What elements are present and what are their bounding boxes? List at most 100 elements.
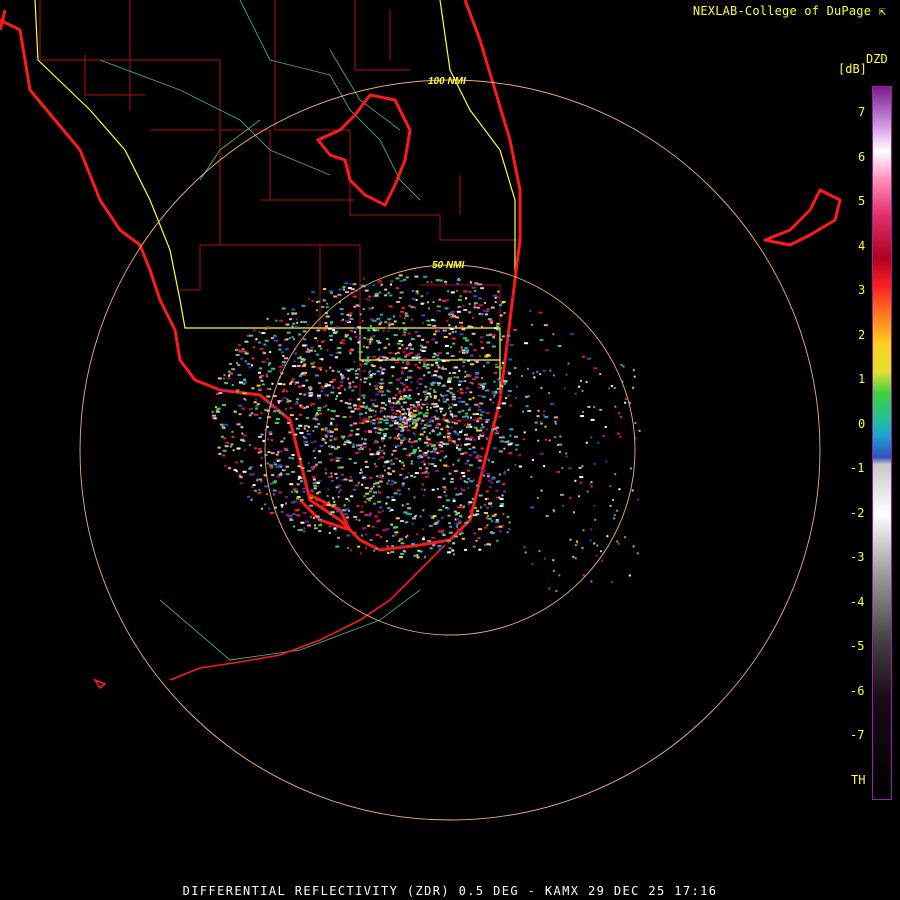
echo-pixel (340, 384, 343, 387)
echo-pixel (424, 412, 429, 415)
echo-pixel (399, 545, 403, 548)
echo-pixel (397, 433, 400, 436)
echo-pixel (357, 398, 361, 401)
echo-pixel (358, 444, 363, 447)
echo-pixel (459, 492, 463, 495)
echo-pixel (451, 549, 455, 552)
echo-pixel (445, 455, 448, 458)
echo-pixel (423, 374, 426, 377)
echo-pixel (469, 381, 473, 384)
echo-pixel (468, 464, 473, 467)
echo-pixel (416, 292, 419, 295)
echo-pixel (453, 415, 457, 418)
echo-pixel (404, 314, 409, 317)
echo-pixel (548, 392, 551, 395)
echo-pixel (313, 527, 318, 530)
echo-pixel (438, 444, 442, 446)
echo-pixel (237, 364, 241, 367)
echo-pixel (622, 365, 625, 368)
echo-pixel (371, 372, 376, 375)
echo-pixel (447, 437, 452, 440)
echo-pixel (358, 413, 363, 416)
echo-pixel (281, 412, 284, 415)
echo-pixel (614, 405, 617, 408)
echo-pixel (327, 408, 330, 411)
echo-pixel (474, 289, 477, 292)
echo-pixel (449, 480, 454, 483)
echo-pixel (620, 415, 622, 418)
echo-pixel (402, 361, 405, 364)
echo-pixel (476, 429, 481, 432)
echo-pixel (450, 310, 455, 313)
echo-pixel (501, 524, 504, 527)
echo-pixel (283, 396, 287, 399)
echo-pixel (298, 375, 302, 378)
echo-pixel (365, 533, 367, 536)
echo-pixel (372, 485, 375, 488)
echo-pixel (422, 359, 426, 362)
echo-pixel (344, 508, 349, 511)
echo-pixel (361, 437, 363, 440)
brand-header[interactable]: NEXLAB-College of DuPage ⇱ (693, 4, 886, 18)
echo-pixel (339, 489, 342, 492)
echo-pixel (481, 423, 484, 426)
echo-pixel (364, 466, 369, 468)
echo-pixel (403, 278, 407, 281)
echo-pixel (343, 443, 347, 446)
echo-pixel (357, 338, 362, 341)
echo-pixel (396, 378, 400, 381)
echo-pixel (267, 451, 271, 454)
echo-pixel (479, 336, 484, 339)
echo-pixel (482, 432, 485, 435)
echo-pixel (222, 454, 226, 457)
echo-pixel (242, 470, 247, 473)
echo-pixel (465, 387, 470, 390)
echo-pixel (398, 327, 401, 330)
echo-pixel (431, 457, 436, 460)
echo-pixel (383, 444, 386, 447)
echo-pixel (386, 389, 389, 392)
echo-pixel (355, 304, 359, 307)
echo-pixel (296, 514, 301, 517)
echo-pixel (261, 361, 266, 363)
echo-pixel (601, 560, 604, 563)
echo-pixel (613, 387, 616, 390)
echo-pixel (353, 385, 358, 388)
echo-pixel (455, 517, 459, 520)
echo-pixel (291, 313, 295, 315)
echo-pixel (474, 376, 479, 379)
echo-pixel (464, 347, 469, 350)
echo-pixel (410, 452, 415, 455)
echo-pixel (447, 439, 451, 442)
echo-pixel (314, 447, 317, 450)
echo-pixel (451, 415, 454, 418)
echo-pixel (458, 369, 461, 372)
echo-pixel (542, 414, 545, 417)
echo-pixel (394, 352, 397, 355)
echo-pixel (468, 454, 473, 457)
echo-pixel (494, 431, 499, 434)
echo-pixel (416, 335, 421, 337)
echo-pixel (609, 504, 612, 507)
echo-pixel (428, 442, 433, 445)
radar-map[interactable]: 100 NMI 50 NMI (0, 0, 900, 900)
echo-pixel (421, 419, 425, 422)
echo-pixel (379, 418, 383, 421)
echo-pixel (448, 472, 452, 475)
echo-pixel (478, 405, 481, 408)
echo-pixel (462, 475, 466, 478)
echo-pixel (407, 507, 412, 510)
echo-pixel (336, 325, 340, 328)
echo-pixel (444, 426, 447, 429)
echo-pixel (613, 517, 616, 520)
echo-pixel (257, 491, 262, 494)
echo-pixel (468, 447, 472, 450)
echo-pixel (227, 370, 231, 373)
echo-pixel (363, 377, 368, 380)
echo-pixel (389, 294, 393, 297)
echo-pixel (449, 525, 453, 528)
echo-pixel (278, 465, 281, 467)
echo-pixel (294, 490, 299, 493)
echo-pixel (320, 340, 324, 343)
echo-pixel (356, 444, 359, 447)
